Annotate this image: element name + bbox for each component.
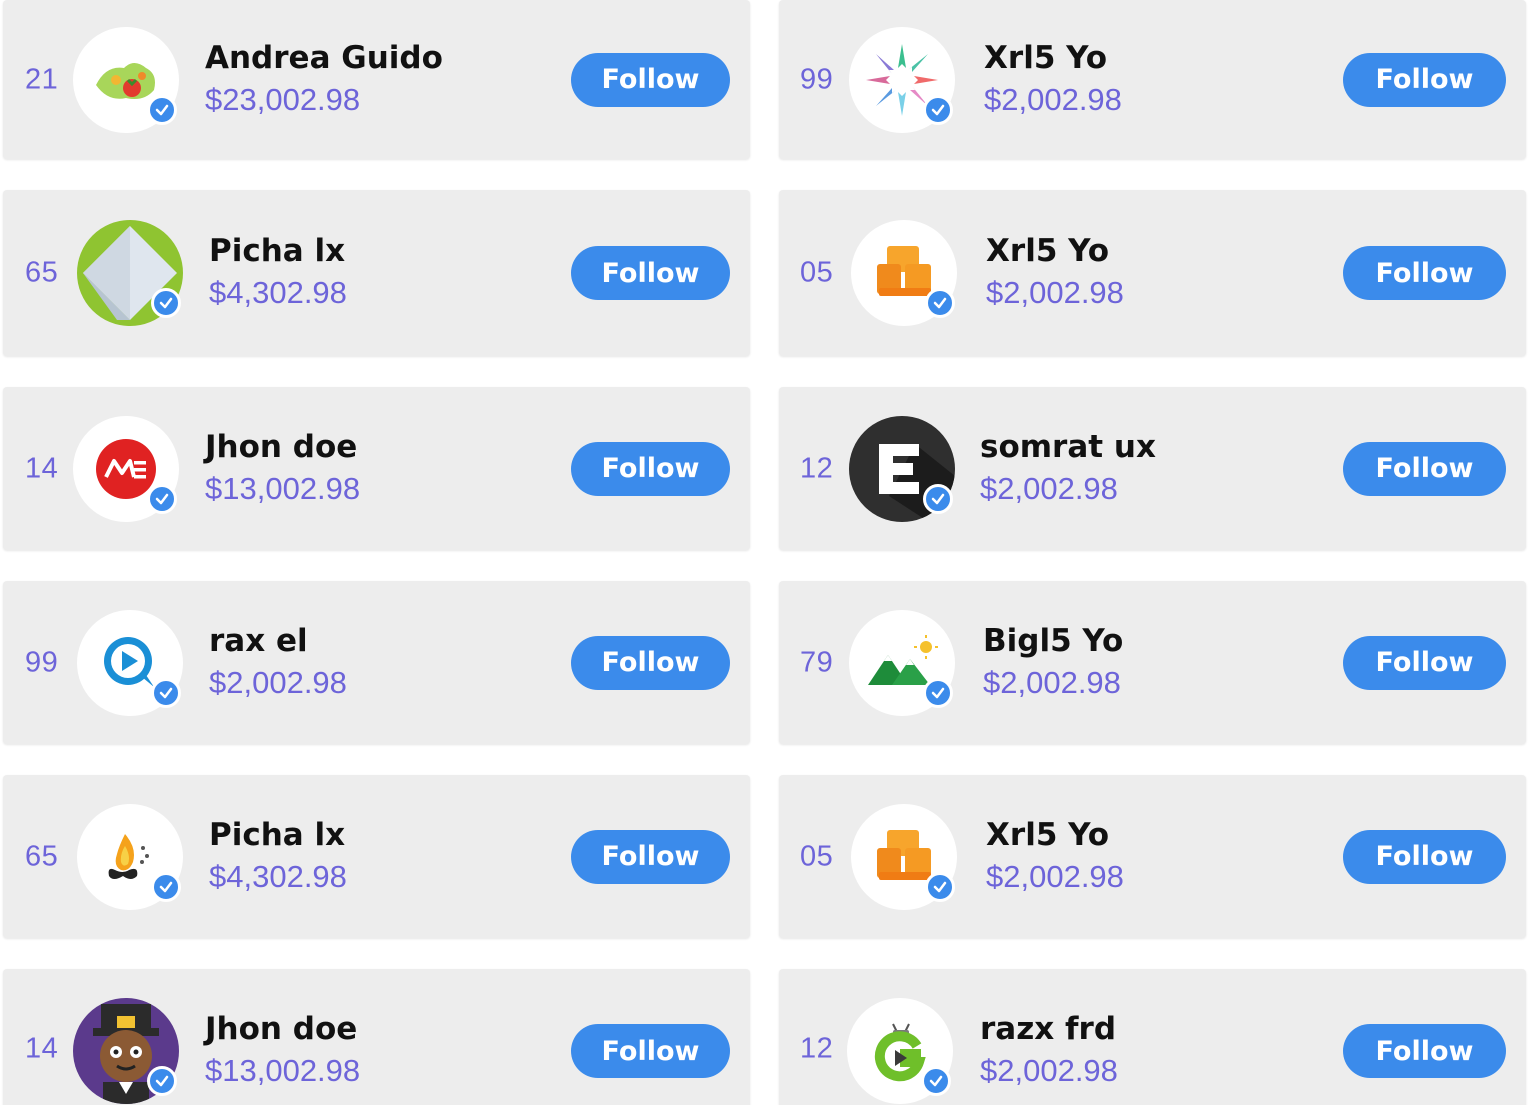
rank-number: 79 [800, 646, 834, 678]
user-name[interactable]: Picha lx [209, 815, 347, 855]
avatar[interactable] [73, 26, 179, 133]
rank-number: 05 [800, 256, 834, 289]
follow-button[interactable]: Follow [1343, 635, 1506, 690]
avatar[interactable] [77, 609, 183, 716]
avatar[interactable] [77, 803, 183, 910]
user-card: 65 Picha lx $4,302.98 Follow [3, 190, 750, 356]
verified-badge-icon [147, 94, 177, 125]
user-amount: $2,002.98 [980, 470, 1118, 506]
user-name[interactable]: rax el [209, 621, 347, 661]
user-name[interactable]: Xrl5 Yo [984, 38, 1122, 78]
user-name[interactable]: Picha lx [209, 231, 347, 271]
user-card: 99 Xrl5 Yo $2,002.98 Follow [779, 0, 1526, 159]
follow-button[interactable]: Follow [571, 246, 730, 300]
follow-button[interactable]: Follow [1343, 1024, 1506, 1078]
user-card: 79 Bigl5 Yo $2,002.98 Follow [779, 581, 1526, 744]
verified-badge-icon [151, 677, 181, 708]
verified-badge-icon [147, 483, 177, 514]
rank-number: 12 [800, 452, 834, 484]
rank-number: 21 [25, 63, 59, 95]
avatar[interactable] [77, 220, 183, 326]
user-amount: $2,002.98 [980, 1053, 1118, 1088]
rank-number: 14 [25, 452, 59, 484]
user-name[interactable]: razx frd [980, 1009, 1118, 1049]
user-name[interactable]: Xrl5 Yo [986, 231, 1124, 271]
follow-button[interactable]: Follow [1343, 441, 1506, 496]
user-card: 12 somrat ux $2,002.98 Follow [779, 387, 1526, 550]
verified-badge-icon [923, 677, 953, 708]
user-card: 14 Jhon doe $13,002.98 Follow [3, 969, 750, 1105]
rank-number: 12 [800, 1032, 834, 1065]
verified-badge-icon [925, 871, 955, 902]
user-amount: $2,002.98 [984, 81, 1122, 117]
user-name[interactable]: Andrea Guido [205, 38, 443, 78]
rank-number: 05 [800, 840, 834, 872]
avatar[interactable] [849, 415, 955, 522]
verified-badge-icon [151, 871, 181, 902]
avatar[interactable] [851, 220, 957, 326]
follow-button[interactable]: Follow [571, 1024, 730, 1078]
follow-button[interactable]: Follow [1343, 52, 1506, 107]
rank-number: 65 [25, 840, 59, 872]
user-amount: $4,302.98 [209, 275, 347, 310]
user-amount: $13,002.98 [205, 470, 361, 506]
user-amount: $2,002.98 [986, 858, 1124, 894]
rank-number: 99 [800, 63, 834, 95]
follow-button[interactable]: Follow [1343, 246, 1506, 300]
verified-badge-icon [147, 1066, 177, 1096]
follow-button[interactable]: Follow [571, 829, 730, 884]
rank-number: 99 [25, 646, 59, 678]
follow-button[interactable]: Follow [571, 52, 730, 107]
follow-button[interactable]: Follow [1343, 829, 1506, 884]
avatar[interactable] [851, 803, 957, 910]
user-card: 05 Xrl5 Yo $2,002.98 Follow [779, 775, 1526, 938]
rank-number: 65 [25, 256, 59, 289]
user-card: 99 rax el $2,002.98 Follow [3, 581, 750, 744]
user-amount: $23,002.98 [205, 81, 361, 117]
user-card: 65 Picha lx $4,302.98 Follow [3, 775, 750, 938]
avatar[interactable] [849, 26, 955, 133]
user-name[interactable]: Jhon doe [205, 1009, 360, 1049]
user-amount: $13,002.98 [205, 1053, 361, 1088]
user-card: 12 razx frd $2,002.98 Follow [779, 969, 1526, 1105]
user-amount: $2,002.98 [983, 664, 1121, 700]
verified-badge-icon [923, 483, 953, 514]
verified-badge-icon [921, 1066, 951, 1096]
follow-button[interactable]: Follow [571, 441, 730, 496]
user-name[interactable]: Bigl5 Yo [983, 621, 1123, 661]
avatar[interactable] [73, 998, 179, 1104]
follow-button[interactable]: Follow [571, 635, 730, 690]
avatar[interactable] [849, 609, 955, 716]
user-card: 14 Jhon doe $13,002.98 Follow [3, 387, 750, 550]
user-amount: $4,302.98 [209, 858, 347, 894]
verified-badge-icon [923, 94, 953, 125]
user-card: 05 Xrl5 Yo $2,002.98 Follow [779, 190, 1526, 356]
user-amount: $2,002.98 [986, 275, 1124, 310]
verified-badge-icon [151, 288, 181, 318]
user-name[interactable]: somrat ux [980, 427, 1156, 467]
user-name[interactable]: Jhon doe [205, 427, 360, 467]
avatar[interactable] [847, 998, 953, 1104]
avatar[interactable] [73, 415, 179, 522]
user-card: 21 Andrea Guido $23,002.98 Follow [3, 0, 750, 159]
user-name[interactable]: Xrl5 Yo [986, 815, 1124, 855]
verified-badge-icon [925, 288, 955, 318]
rank-number: 14 [25, 1032, 59, 1065]
user-amount: $2,002.98 [209, 664, 347, 700]
